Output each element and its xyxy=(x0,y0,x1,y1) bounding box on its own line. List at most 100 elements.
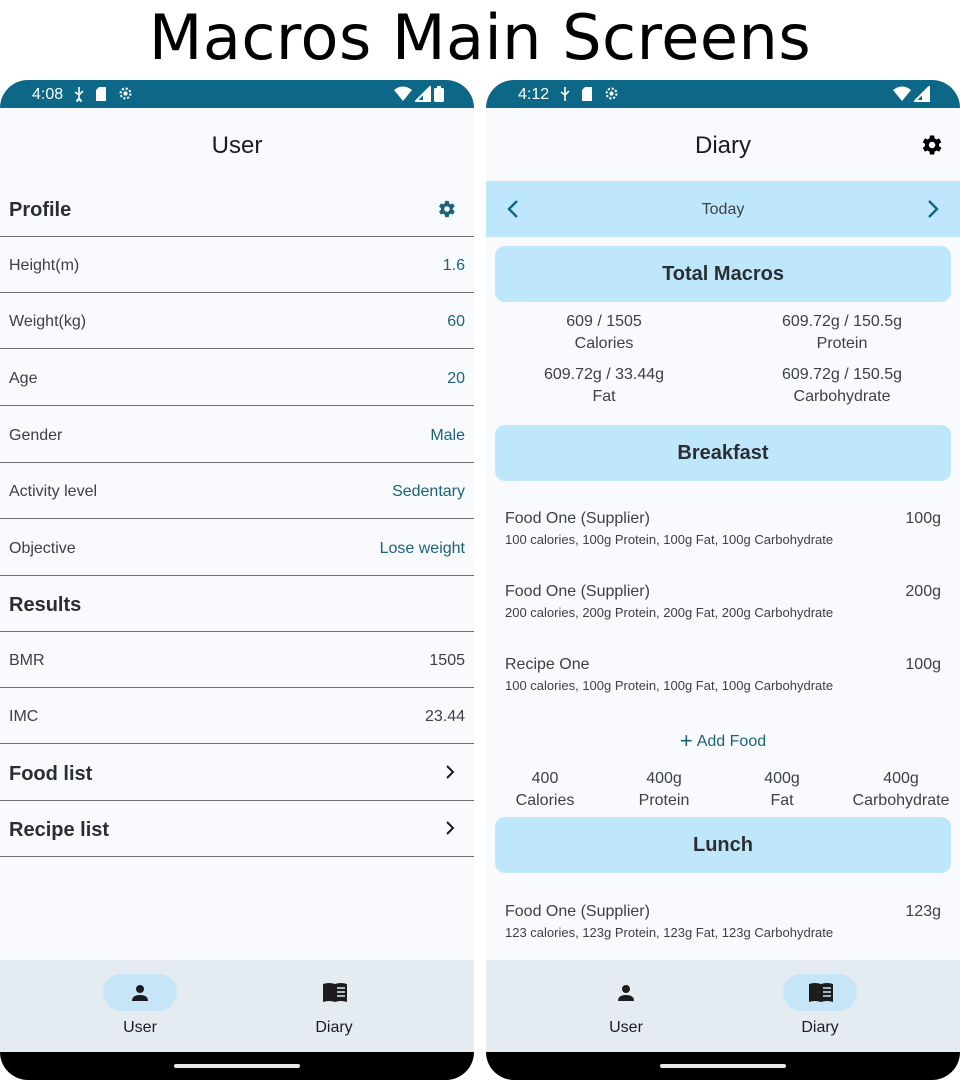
add-food-label: Add Food xyxy=(696,733,767,750)
results-section-header: Results xyxy=(0,576,474,632)
status-bar: 4:12 xyxy=(486,80,960,108)
date-navigator: Today xyxy=(486,181,960,237)
nav-diary-label: Diary xyxy=(801,1019,839,1036)
signal-icon xyxy=(415,86,431,102)
total-macros-header: Total Macros xyxy=(495,246,951,302)
nav-user-label: User xyxy=(609,1019,643,1036)
breakfast-total-protein: 400g Protein xyxy=(605,768,723,812)
food-quantity: 123g xyxy=(905,903,941,920)
row-value: Male xyxy=(430,427,465,444)
total-label: Protein xyxy=(638,792,690,809)
settings-status-icon xyxy=(605,87,618,100)
breakfast-header[interactable]: Breakfast xyxy=(495,425,951,481)
chevron-right-icon[interactable] xyxy=(926,199,940,223)
food-detail: 123 calories, 123g Protein, 123g Fat, 12… xyxy=(505,925,834,940)
profile-label: Profile xyxy=(9,199,72,221)
macro-label: Calories xyxy=(574,335,634,352)
diary-screen: 4:12 Diary Today Total Macros 609 / 1505… xyxy=(486,80,960,1080)
add-food-button[interactable]: + Add Food xyxy=(486,728,960,754)
row-value: Sedentary xyxy=(392,483,465,500)
usb-debug-icon xyxy=(74,86,84,102)
macro-label: Fat xyxy=(592,388,616,405)
total-fat: 609.72g / 33.44g Fat xyxy=(486,364,722,408)
lunch-header[interactable]: Lunch xyxy=(495,817,951,873)
gesture-bar xyxy=(0,1052,474,1080)
row-value: Lose weight xyxy=(379,540,465,557)
row-value: 1505 xyxy=(429,652,465,669)
gear-icon[interactable] xyxy=(918,132,944,162)
breakfast-total-calories: 400 Calories xyxy=(486,768,604,812)
food-item[interactable]: Food One (Supplier) 200g 200 calories, 2… xyxy=(486,583,960,643)
food-list-label: Food list xyxy=(9,763,93,785)
status-time: 4:08 xyxy=(32,86,64,103)
gesture-handle[interactable] xyxy=(174,1064,300,1068)
page-title: Macros Main Screens xyxy=(148,1,812,74)
macro-value: 609.72g / 150.5g xyxy=(781,313,903,330)
bottom-navigation: User Diary xyxy=(0,960,474,1052)
macro-value: 609 / 1505 xyxy=(566,313,642,330)
nav-user[interactable]: User xyxy=(90,974,190,1044)
age-row[interactable]: Age 20 xyxy=(0,350,474,406)
gender-row[interactable]: Gender Male xyxy=(0,407,474,463)
macro-value: 609.72g / 150.5g xyxy=(781,366,903,383)
food-list-row[interactable]: Food list xyxy=(0,745,474,801)
macro-label: Protein xyxy=(816,335,868,352)
user-screen: 4:08 User Profile Height(m) 1.6 Weight(k… xyxy=(0,80,474,1080)
screen-title: User xyxy=(211,132,263,159)
wifi-icon xyxy=(893,86,911,101)
settings-status-icon xyxy=(119,87,132,100)
food-quantity: 100g xyxy=(905,510,941,527)
total-label: Fat xyxy=(770,792,794,809)
row-value: 1.6 xyxy=(442,257,465,274)
plus-icon: + xyxy=(679,728,693,753)
objective-row[interactable]: Objective Lose weight xyxy=(0,520,474,576)
food-item[interactable]: Food One (Supplier) 123g 123 calories, 1… xyxy=(486,903,960,963)
food-item[interactable]: Food One (Supplier) 100g 100 calories, 1… xyxy=(486,510,960,570)
date-label: Today xyxy=(701,201,745,218)
food-quantity: 100g xyxy=(905,656,941,673)
nav-diary[interactable]: Diary xyxy=(284,974,384,1044)
nav-user[interactable]: User xyxy=(576,974,676,1044)
row-value: 60 xyxy=(447,313,465,330)
food-item[interactable]: Recipe One 100g 100 calories, 100g Prote… xyxy=(486,656,960,716)
book-icon xyxy=(323,983,347,1002)
profile-section-header: Profile xyxy=(0,181,474,237)
food-name: Food One (Supplier) xyxy=(505,903,650,920)
total-value: 400g xyxy=(764,770,800,787)
breakfast-total-fat: 400g Fat xyxy=(723,768,841,812)
total-value: 400g xyxy=(646,770,682,787)
usb-debug-icon xyxy=(560,86,570,101)
screen-title: Diary xyxy=(694,132,751,159)
status-bar: 4:08 xyxy=(0,80,474,108)
macro-label: Carbohydrate xyxy=(793,388,891,405)
activity-level-row[interactable]: Activity level Sedentary xyxy=(0,463,474,519)
row-value: 20 xyxy=(447,370,465,387)
food-quantity: 200g xyxy=(905,583,941,600)
recipe-list-row[interactable]: Recipe list xyxy=(0,801,474,857)
row-label: Activity level xyxy=(9,483,98,500)
row-label: Height(m) xyxy=(9,257,80,274)
total-label: Calories xyxy=(515,792,575,809)
macro-value: 609.72g / 33.44g xyxy=(543,366,665,383)
bottom-navigation: User Diary xyxy=(486,960,960,1052)
battery-icon xyxy=(434,86,444,102)
food-detail: 100 calories, 100g Protein, 100g Fat, 10… xyxy=(505,678,834,693)
total-carbohydrate: 609.72g / 150.5g Carbohydrate xyxy=(724,364,960,408)
row-label: IMC xyxy=(9,708,39,725)
sd-card-icon xyxy=(582,86,592,101)
person-icon xyxy=(132,985,148,1001)
gesture-bar xyxy=(486,1052,960,1080)
total-calories: 609 / 1505 Calories xyxy=(486,311,722,355)
row-label: Age xyxy=(9,370,38,387)
gear-icon[interactable] xyxy=(435,198,457,225)
gesture-handle[interactable] xyxy=(660,1064,786,1068)
food-detail: 200 calories, 200g Protein, 200g Fat, 20… xyxy=(505,605,834,620)
height-row[interactable]: Height(m) 1.6 xyxy=(0,237,474,293)
food-name: Food One (Supplier) xyxy=(505,583,650,600)
total-label: Carbohydrate xyxy=(852,792,950,809)
total-value: 400 xyxy=(531,770,559,787)
weight-row[interactable]: Weight(kg) 60 xyxy=(0,293,474,349)
bmr-row: BMR 1505 xyxy=(0,632,474,688)
nav-diary[interactable]: Diary xyxy=(770,974,870,1044)
sd-card-icon xyxy=(96,86,106,101)
